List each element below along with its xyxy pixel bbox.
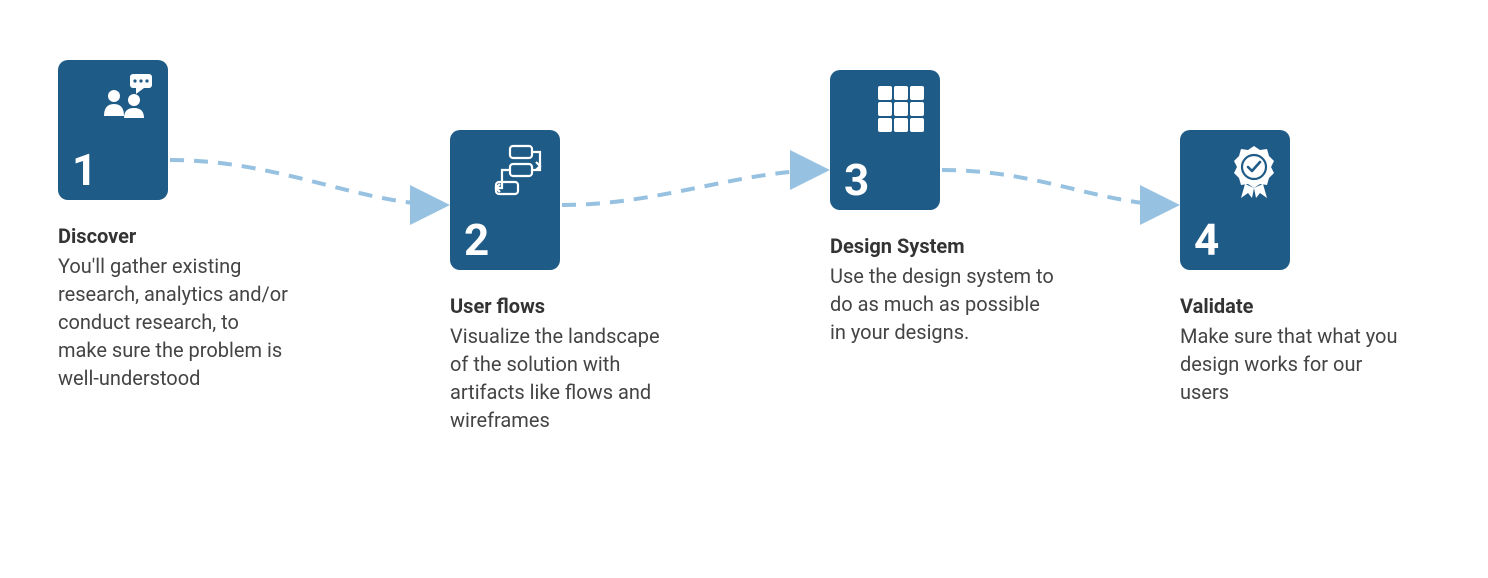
people-chat-icon <box>100 74 154 122</box>
step-1: 1 Discover You'll gather existing resear… <box>58 60 288 392</box>
step-body: Use the design system to do as much as p… <box>830 262 1060 346</box>
step-text-2: User flows Visualize the landscape of th… <box>450 292 680 434</box>
step-card-4: 4 <box>1180 130 1290 270</box>
step-title: Design System <box>830 232 1060 260</box>
step-title: Discover <box>58 222 288 250</box>
ribbon-check-icon <box>1232 144 1276 202</box>
grid-icon <box>876 84 926 138</box>
step-text-1: Discover You'll gather existing research… <box>58 222 288 392</box>
step-text-3: Design System Use the design system to d… <box>830 232 1060 346</box>
step-2: 2 User flows Visualize the landscape of … <box>450 130 680 434</box>
step-number: 2 <box>464 218 489 262</box>
step-number: 1 <box>72 148 97 192</box>
step-body: You'll gather existing research, analyti… <box>58 252 288 392</box>
step-number: 3 <box>844 158 869 202</box>
step-text-4: Validate Make sure that what you design … <box>1180 292 1410 406</box>
step-title: Validate <box>1180 292 1410 320</box>
step-4: 4 Validate Make sure that what you desig… <box>1180 130 1410 406</box>
step-card-3: 3 <box>830 70 940 210</box>
step-card-2: 2 <box>450 130 560 270</box>
step-body: Visualize the landscape of the solution … <box>450 322 680 434</box>
step-body: Make sure that what you design works for… <box>1180 322 1410 406</box>
step-number: 4 <box>1194 218 1219 262</box>
step-card-1: 1 <box>58 60 168 200</box>
flow-boxes-icon <box>492 144 546 200</box>
step-3: 3 Design System Use the design system to… <box>830 70 1060 346</box>
step-title: User flows <box>450 292 680 320</box>
